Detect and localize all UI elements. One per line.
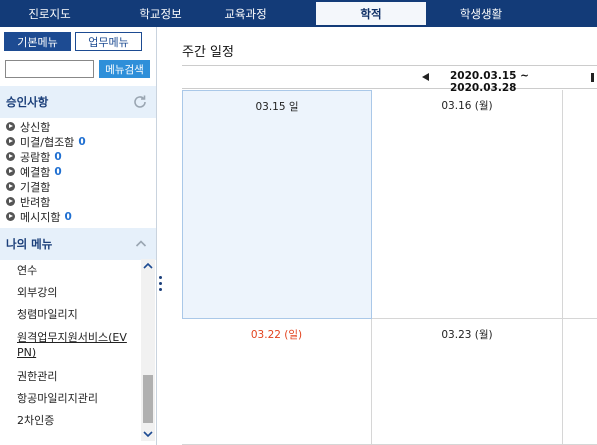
- bullet-arrow-icon: [6, 197, 15, 206]
- approval-item-label: 반려함: [20, 195, 51, 209]
- menu-item-remote-work-evpn[interactable]: 원격업무지원서비스(EV PN): [0, 325, 140, 365]
- approval-item-label: 예결함: [20, 165, 51, 179]
- scroll-down-arrow-icon[interactable]: [141, 427, 155, 441]
- approval-item-label: 메시지함: [20, 210, 61, 224]
- calendar-day-cell[interactable]: 03.15 일: [182, 90, 372, 319]
- approval-item-label: 미결/협조함: [20, 135, 75, 149]
- tab-student-life[interactable]: 학생생활: [426, 0, 536, 27]
- previous-week-arrow-icon[interactable]: [422, 73, 429, 81]
- top-navigation: 진로지도 학교정보 교육과정 학적 학생생활: [0, 0, 597, 27]
- menu-item-two-factor-auth[interactable]: 2차인증: [0, 409, 140, 431]
- menu-item-training[interactable]: 연수: [0, 259, 140, 281]
- tab-school-info[interactable]: 학교정보: [118, 0, 203, 27]
- approval-item-pending[interactable]: 미결/협조함 0: [6, 134, 152, 149]
- bullet-arrow-icon: [6, 137, 15, 146]
- menu-item-airline-mileage[interactable]: 항공마일리지관리: [0, 387, 140, 409]
- tab-curriculum[interactable]: 교육과정: [203, 0, 288, 27]
- menu-item-permission-management[interactable]: 권한관리: [0, 365, 140, 387]
- bullet-arrow-icon: [6, 212, 15, 221]
- weekly-calendar-grid: 03.15 일 03.16 (월) 03.22 (일) 03.23 (월): [182, 90, 597, 445]
- sidebar-tabs: 기본메뉴 업무메뉴: [4, 32, 146, 51]
- approval-item-label: 기결함: [20, 180, 51, 194]
- approval-item-submitted[interactable]: 상신함: [6, 119, 152, 134]
- approval-item-label: 공람함: [20, 150, 51, 164]
- day-label: 03.22 (일): [250, 329, 303, 341]
- approval-item-count: 0: [64, 210, 72, 223]
- calendar-day-cell[interactable]: [563, 90, 597, 319]
- approval-item-scheduled[interactable]: 예결함 0: [6, 164, 152, 179]
- approval-item-count: 0: [54, 165, 62, 178]
- approval-list: 상신함 미결/협조함 0 공람함 0 예결함 0 기결함 반려함 메시지함 0: [6, 119, 152, 224]
- menu-search-input[interactable]: [5, 60, 94, 78]
- bullet-arrow-icon: [6, 152, 15, 161]
- my-menu-list: 연수 외부강의 청렴마일리지 원격업무지원서비스(EV PN) 권한관리 항공마일…: [0, 259, 140, 439]
- menu-item-integrity-mileage[interactable]: 청렴마일리지: [0, 303, 140, 325]
- approval-item-messages[interactable]: 메시지함 0: [6, 209, 152, 224]
- left-sidebar: 기본메뉴 업무메뉴 메뉴검색 승인사항 상신함 미결/협조함 0 공람함 0 예…: [0, 27, 157, 445]
- refresh-icon[interactable]: [132, 94, 148, 110]
- day-label: 03.23 (월): [441, 329, 493, 341]
- approval-section-header[interactable]: 승인사항: [0, 86, 156, 118]
- main-content: 주간 일정 2020.03.15 ~ 2020.03.28 03.15 일 03…: [170, 27, 597, 445]
- menu-scrollbar[interactable]: [141, 259, 155, 441]
- menu-item-label: 원격업무지원서비스(EV PN): [17, 330, 127, 360]
- panel-splitter-handle[interactable]: [159, 276, 163, 294]
- calendar-day-cell[interactable]: 03.22 (일): [182, 319, 372, 445]
- my-menu-title: 나의 메뉴: [6, 237, 53, 251]
- approval-item-circulation[interactable]: 공람함 0: [6, 149, 152, 164]
- scrollbar-thumb[interactable]: [143, 375, 153, 423]
- next-week-arrow-icon[interactable]: [591, 73, 594, 82]
- page-title: 주간 일정: [182, 45, 234, 60]
- tab-basic-menu[interactable]: 기본메뉴: [4, 32, 71, 51]
- scroll-up-arrow-icon[interactable]: [141, 259, 155, 273]
- menu-item-label-line-2: PN): [17, 346, 37, 359]
- week-navigation-bar: 2020.03.15 ~ 2020.03.28: [182, 65, 597, 94]
- menu-item-external-lecture[interactable]: 외부강의: [0, 281, 140, 303]
- calendar-day-cell[interactable]: [563, 319, 597, 445]
- my-menu-section-header[interactable]: 나의 메뉴: [0, 228, 156, 260]
- menu-search-button[interactable]: 메뉴검색: [99, 60, 150, 78]
- approval-item-count: 0: [54, 150, 62, 163]
- bullet-arrow-icon: [6, 182, 15, 191]
- tab-career-guidance[interactable]: 진로지도: [7, 0, 92, 27]
- calendar-day-cell[interactable]: 03.16 (월): [372, 90, 563, 319]
- bullet-arrow-icon: [6, 122, 15, 131]
- day-label: 03.16 (월): [441, 100, 493, 112]
- chevron-up-icon[interactable]: [135, 238, 147, 250]
- day-label: 03.15 일: [255, 101, 299, 113]
- bullet-arrow-icon: [6, 167, 15, 176]
- approval-item-approved[interactable]: 기결함: [6, 179, 152, 194]
- approval-item-count: 0: [78, 135, 86, 148]
- calendar-day-cell[interactable]: 03.23 (월): [372, 319, 563, 445]
- menu-search: 메뉴검색: [5, 60, 150, 78]
- menu-item-label-line-1: 원격업무지원서비스(EV: [17, 331, 127, 344]
- approval-item-rejected[interactable]: 반려함: [6, 194, 152, 209]
- approval-section-title: 승인사항: [6, 95, 49, 109]
- approval-item-label: 상신함: [20, 120, 51, 134]
- tab-work-menu[interactable]: 업무메뉴: [75, 32, 142, 51]
- tab-student-records[interactable]: 학적: [316, 2, 426, 25]
